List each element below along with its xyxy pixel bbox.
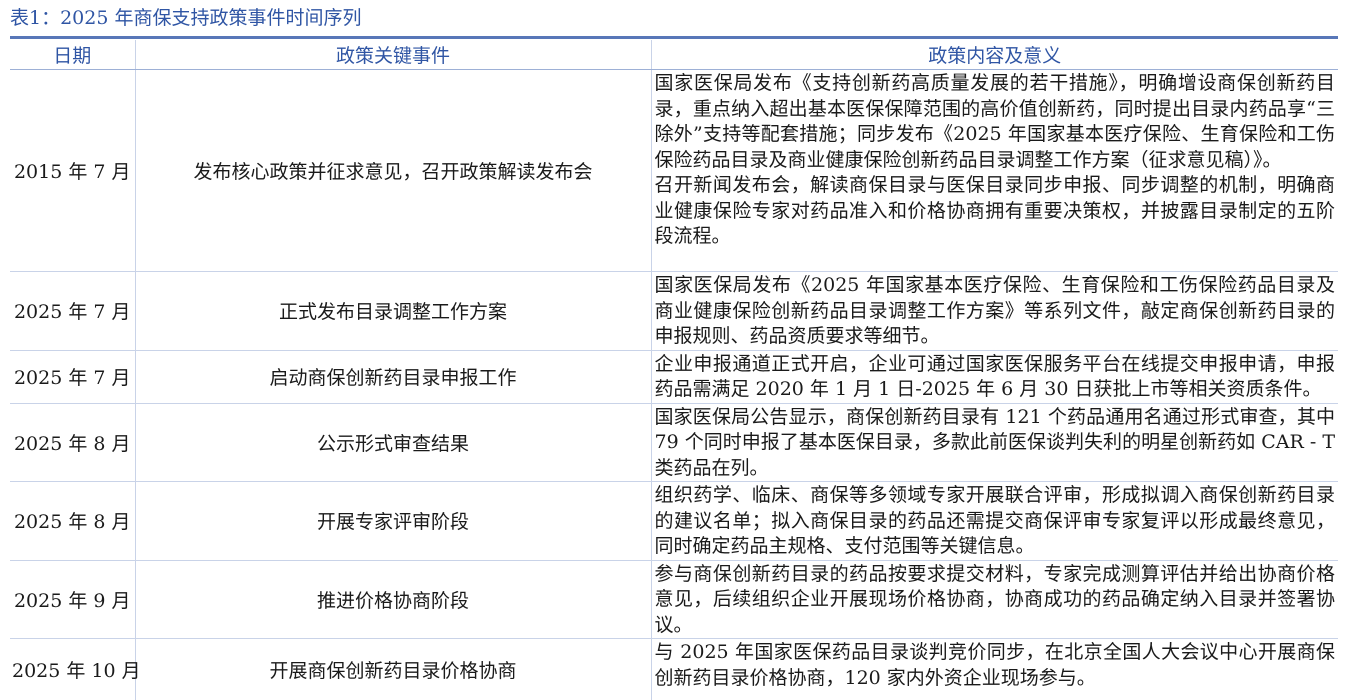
- date-cell: 2025 年 8 月: [10, 482, 135, 561]
- content-paragraph: 召开新闻发布会，解读商保目录与医保目录同步申报、同步调整的机制，明确商业健康保险…: [655, 173, 1336, 250]
- content-cell: 国家医保局发布《支持创新药高质量发展的若干措施》，明确增设商保创新药目录，重点纳…: [651, 70, 1338, 272]
- table-row: 2025 年 8 月 公示形式审查结果 国家医保局公告显示，商保创新药目录有 1…: [10, 403, 1338, 482]
- content-paragraph: 组织药学、临床、商保等多领域专家开展联合评审，形成拟调入商保创新药目录的建议名单…: [655, 483, 1336, 560]
- content-cell: 与 2025 年国家医保药品目录谈判竞价同步，在北京全国人大会议中心开展商保创新…: [651, 639, 1338, 700]
- table-caption: 表1：2025 年商保支持政策事件时间序列: [10, 4, 361, 32]
- event-cell: 开展商保创新药目录价格协商: [135, 639, 651, 700]
- table-row: 2025 年 10 月 开展商保创新药目录价格协商 与 2025 年国家医保药品…: [10, 639, 1338, 700]
- date-cell: 2025 年 10 月: [10, 639, 135, 700]
- content-paragraph: 国家医保局发布《2025 年国家基本医疗保险、生育保险和工伤保险药品目录及商业健…: [655, 273, 1336, 350]
- policy-timeline-table: 日期 政策关键事件 政策内容及意义 2015 年 7 月 发布核心政策并征求意见…: [10, 40, 1338, 700]
- content-paragraph: 与 2025 年国家医保药品目录谈判竞价同步，在北京全国人大会议中心开展商保创新…: [655, 640, 1336, 691]
- table-row: 2015 年 7 月 发布核心政策并征求意见，召开政策解读发布会 国家医保局发布…: [10, 70, 1338, 272]
- content-paragraph: 国家医保局公告显示，商保创新药目录有 121 个药品通用名通过形式审查，其中 7…: [655, 405, 1336, 482]
- table-row: 2025 年 7 月 启动商保创新药目录申报工作 企业申报通道正式开启，企业可通…: [10, 350, 1338, 403]
- event-cell: 开展专家评审阶段: [135, 482, 651, 561]
- event-cell: 正式发布目录调整工作方案: [135, 272, 651, 351]
- date-cell: 2025 年 8 月: [10, 403, 135, 482]
- table-row: 2025 年 7 月 正式发布目录调整工作方案 国家医保局发布《2025 年国家…: [10, 272, 1338, 351]
- header-content: 政策内容及意义: [651, 40, 1338, 70]
- content-cell: 企业申报通道正式开启，企业可通过国家医保服务平台在线提交申报申请，申报药品需满足…: [651, 350, 1338, 403]
- table-row: 2025 年 9 月 推进价格协商阶段 参与商保创新药目录的药品按要求提交材料，…: [10, 560, 1338, 639]
- date-cell: 2015 年 7 月: [10, 70, 135, 272]
- content-cell: 组织药学、临床、商保等多领域专家开展联合评审，形成拟调入商保创新药目录的建议名单…: [651, 482, 1338, 561]
- caption-rule: [10, 36, 1338, 39]
- date-cell: 2025 年 9 月: [10, 560, 135, 639]
- date-cell: 2025 年 7 月: [10, 272, 135, 351]
- content-paragraph: 参与商保创新药目录的药品按要求提交材料，专家完成测算评估并给出协商价格意见，后续…: [655, 562, 1336, 639]
- event-cell: 发布核心政策并征求意见，召开政策解读发布会: [135, 70, 651, 272]
- content-cell: 国家医保局公告显示，商保创新药目录有 121 个药品通用名通过形式审查，其中 7…: [651, 403, 1338, 482]
- event-cell: 公示形式审查结果: [135, 403, 651, 482]
- event-cell: 启动商保创新药目录申报工作: [135, 350, 651, 403]
- content-paragraph: 国家医保局发布《支持创新药高质量发展的若干措施》，明确增设商保创新药目录，重点纳…: [655, 71, 1336, 173]
- content-cell: 参与商保创新药目录的药品按要求提交材料，专家完成测算评估并给出协商价格意见，后续…: [651, 560, 1338, 639]
- header-date: 日期: [10, 40, 135, 70]
- content-paragraph: 企业申报通道正式开启，企业可通过国家医保服务平台在线提交申报申请，申报药品需满足…: [655, 352, 1336, 403]
- event-cell: 推进价格协商阶段: [135, 560, 651, 639]
- header-row: 日期 政策关键事件 政策内容及意义: [10, 40, 1338, 70]
- content-cell: 国家医保局发布《2025 年国家基本医疗保险、生育保险和工伤保险药品目录及商业健…: [651, 272, 1338, 351]
- header-event: 政策关键事件: [135, 40, 651, 70]
- date-cell: 2025 年 7 月: [10, 350, 135, 403]
- table-row: 2025 年 8 月 开展专家评审阶段 组织药学、临床、商保等多领域专家开展联合…: [10, 482, 1338, 561]
